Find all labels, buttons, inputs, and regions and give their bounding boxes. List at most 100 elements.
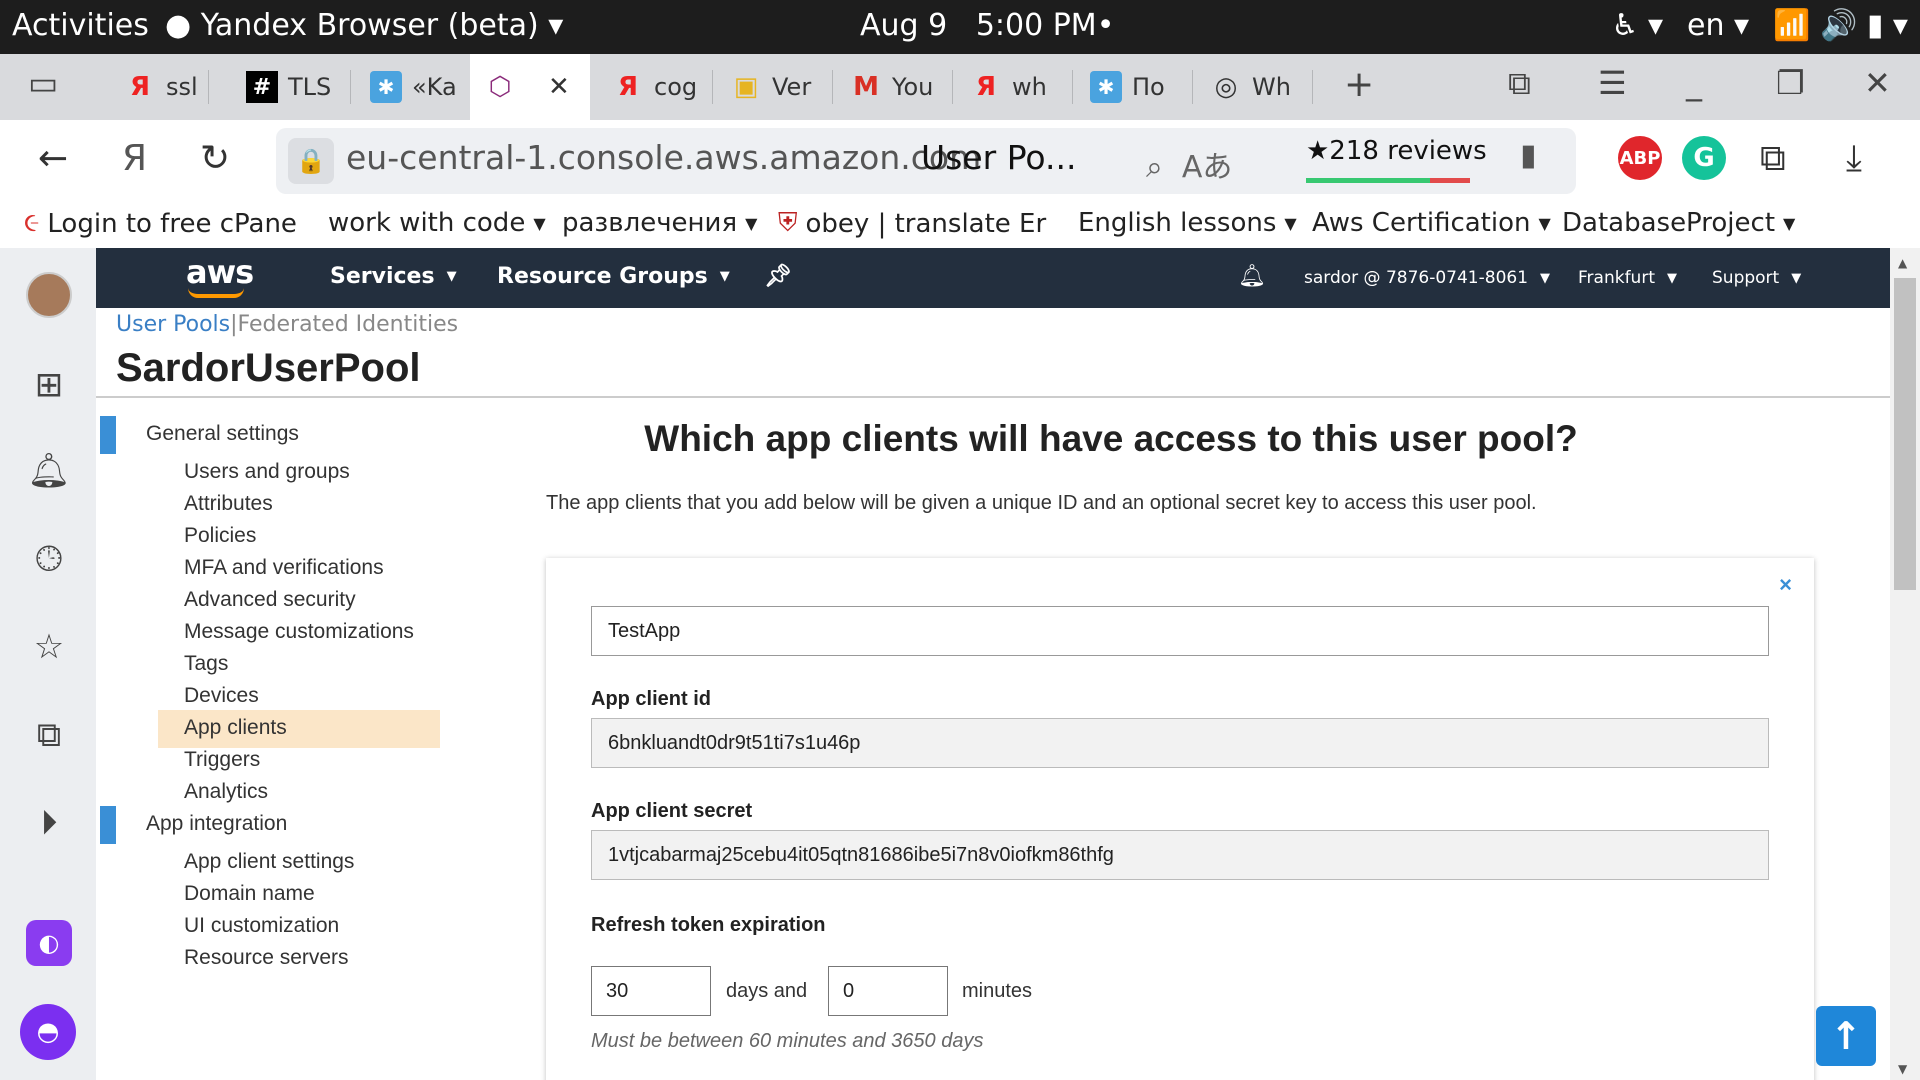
- tab-label: ssl: [166, 73, 196, 101]
- menu-icon[interactable]: ☰: [1598, 64, 1627, 102]
- alice-assistant-icon[interactable]: ◓: [20, 1004, 76, 1060]
- federated-identities-link[interactable]: Federated Identities: [238, 312, 459, 337]
- restore-icon[interactable]: ❐: [1776, 64, 1805, 102]
- app-menu[interactable]: ● Yandex Browser (beta) ▾: [165, 8, 563, 43]
- favorites-star-icon[interactable]: ☆: [26, 624, 72, 670]
- tab-1[interactable]: Яssl: [110, 54, 196, 120]
- gear-like-icon: ✱: [1090, 71, 1122, 103]
- omnibox[interactable]: 🔒 eu-central-1.console.aws.amazon.com Us…: [276, 128, 1576, 194]
- bookmark-databaseproject[interactable]: DatabaseProject ▼: [1562, 208, 1795, 238]
- close-icon[interactable]: ×: [1779, 572, 1792, 598]
- pin-icon[interactable]: 📌︎: [764, 264, 792, 289]
- gmail-icon: M: [853, 72, 879, 102]
- tab-3[interactable]: ✱ «Ka: [356, 54, 456, 120]
- minimize-icon[interactable]: _: [1686, 64, 1702, 102]
- app-client-name-input[interactable]: TestApp: [591, 606, 1769, 656]
- services-menu[interactable]: Services ▼: [330, 264, 457, 289]
- minutes-text: minutes: [962, 980, 1033, 1002]
- bookmark-label: obey | translate Er: [805, 208, 1047, 239]
- history-clock-icon[interactable]: 🕒︎: [26, 536, 72, 582]
- client-id-label: App client id: [591, 688, 711, 710]
- user-pools-link[interactable]: User Pools: [116, 312, 230, 337]
- back-to-top-button[interactable]: ↑: [1816, 1006, 1876, 1066]
- system-status-icons[interactable]: 📶 🔊 ▮ ▾: [1773, 8, 1908, 43]
- os-top-bar: Activities ● Yandex Browser (beta) ▾ Aug…: [0, 0, 1920, 54]
- bookmark-label: English lessons: [1078, 208, 1277, 238]
- tab-label: «Ka: [412, 73, 456, 101]
- document-icon: ▣: [733, 72, 759, 102]
- translate-icons[interactable]: ⌕ Aあ: [1146, 142, 1232, 186]
- reviews-badge[interactable]: ★218 reviews: [1306, 136, 1487, 166]
- refresh-hint: Must be between 60 minutes and 3650 days: [591, 1030, 984, 1052]
- tab-5[interactable]: Яcog: [598, 54, 698, 120]
- client-id-field[interactable]: 6bnkluandt0dr9t51ti7s1u46p: [591, 718, 1769, 768]
- url-text[interactable]: eu-central-1.console.aws.amazon.com: [346, 138, 981, 177]
- refresh-days-input[interactable]: 30: [591, 966, 711, 1016]
- sidebar-toggle-icon[interactable]: ▭: [28, 64, 58, 102]
- close-tab-icon[interactable]: ✕: [548, 72, 570, 102]
- account-menu[interactable]: sardor @ 7876-0741-8061 ▼: [1304, 268, 1550, 288]
- menu-section-app-integration[interactable]: App integration: [96, 806, 476, 844]
- bell-icon[interactable]: 🔔︎: [1238, 264, 1266, 289]
- apps-grid-icon[interactable]: ⊞: [26, 362, 72, 408]
- refresh-minutes-input[interactable]: 0: [828, 966, 948, 1016]
- resource-groups-menu[interactable]: Resource Groups ▼: [497, 264, 730, 289]
- tab-9[interactable]: ✱ По: [1076, 54, 1176, 120]
- days-and-text: days and: [726, 980, 808, 1002]
- extension-icon[interactable]: ⧉: [1760, 138, 1786, 180]
- scroll-down-icon[interactable]: ▼: [1898, 1062, 1907, 1076]
- tab-active[interactable]: ⬡ ✕: [470, 54, 590, 120]
- alice-app-icon[interactable]: ◐: [26, 920, 72, 966]
- lock-icon[interactable]: 🔒: [288, 138, 334, 184]
- new-tab-icon[interactable]: +: [1344, 64, 1374, 105]
- language-indicator[interactable]: en ▾: [1687, 8, 1749, 43]
- notifications-icon[interactable]: 🔔︎: [26, 448, 72, 494]
- media-play-icon[interactable]: ⏵: [26, 800, 72, 846]
- activities-button[interactable]: Activities: [12, 8, 149, 43]
- accessibility-icon[interactable]: ♿ ▾: [1612, 8, 1664, 43]
- aws-logo[interactable]: aws: [186, 253, 254, 291]
- bookmark-flag-icon[interactable]: ▮: [1520, 138, 1537, 173]
- clock[interactable]: Aug 9 5:00 PM•: [860, 8, 1114, 43]
- region-menu[interactable]: Frankfurt ▼: [1578, 268, 1677, 288]
- tab-6[interactable]: ▣ Ver: [716, 54, 816, 120]
- bookmark-cpanel[interactable]: ૯ Login to free cPane: [24, 208, 297, 239]
- chevron-down-icon: ▼: [533, 213, 546, 233]
- bookmarks-icon[interactable]: ⧉: [1508, 64, 1531, 103]
- page-scrollbar[interactable]: ▲ ▼: [1890, 248, 1920, 1080]
- section-marker: [100, 416, 116, 454]
- profile-avatar[interactable]: [26, 272, 72, 318]
- reload-icon[interactable]: ↻: [200, 138, 230, 179]
- aws-logo-smile: [188, 288, 244, 298]
- tab-8[interactable]: Яwh: [956, 54, 1056, 120]
- tab-10[interactable]: ◎ Wh: [1196, 54, 1296, 120]
- support-menu[interactable]: Support ▼: [1712, 268, 1801, 288]
- bookmark-entertainment[interactable]: развлечения ▼: [562, 208, 757, 238]
- yandex-home-icon[interactable]: Я: [122, 138, 147, 179]
- menu-section-general-settings[interactable]: General settings: [96, 416, 476, 454]
- collections-icon[interactable]: ⧉: [26, 712, 72, 758]
- app-client-card: × TestApp App client id 6bnkluandt0dr9t5…: [546, 558, 1814, 1080]
- bookmark-work-with-code[interactable]: work with code ▼: [328, 208, 546, 238]
- bookmarks-bar: ૯ Login to free cPane work with code ▼ раз…: [0, 202, 1920, 248]
- resource-groups-label: Resource Groups: [497, 264, 708, 289]
- grammarly-icon[interactable]: G: [1682, 136, 1726, 180]
- tab-2[interactable]: # TLS: [232, 54, 332, 120]
- client-secret-field[interactable]: 1vtjcabarmaj25cebu4it05qtn81686ibe5i7n8v…: [591, 830, 1769, 880]
- tab-7[interactable]: M You: [836, 54, 936, 120]
- chevron-down-icon: ▼: [719, 269, 730, 284]
- tab-bar: ▭ Яssl # TLS ✱ «Ka ⬡ ✕ Яcog ▣ Ver M You Яwh ✱…: [0, 54, 1920, 120]
- adblock-icon[interactable]: ABP: [1618, 136, 1662, 180]
- page-title-in-omnibox: User Po...: [921, 138, 1077, 177]
- back-arrow-icon[interactable]: ←: [38, 138, 68, 179]
- bookmark-aws-cert[interactable]: Aws Certification ▼: [1312, 208, 1551, 238]
- close-window-icon[interactable]: ✕: [1864, 64, 1891, 102]
- bookmark-english[interactable]: English lessons ▼: [1078, 208, 1297, 238]
- scroll-up-icon[interactable]: ▲: [1898, 256, 1907, 270]
- download-icon[interactable]: ⤓: [1846, 138, 1862, 180]
- reviews-rating-bar: [1306, 178, 1470, 183]
- scrollbar-thumb[interactable]: [1894, 278, 1916, 590]
- menu-item-resource-servers[interactable]: Resource servers: [158, 940, 440, 978]
- bookmark-translate[interactable]: ⛨ obey | translate Er: [778, 208, 1046, 239]
- bookmark-label: DatabaseProject: [1562, 208, 1776, 238]
